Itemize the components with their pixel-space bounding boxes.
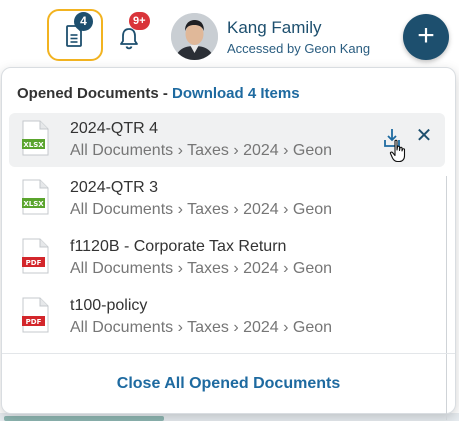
pdf-file-icon: PDF [22, 297, 49, 333]
download-all-link[interactable]: Download 4 Items [172, 85, 300, 102]
document-row[interactable]: XLSX 2024-QTR 4 All Documents › Taxes › … [9, 113, 445, 167]
document-name[interactable]: t100-policy [70, 297, 147, 315]
xlsx-file-icon: XLSX [22, 179, 49, 215]
download-icon[interactable] [382, 127, 402, 149]
file-type-label: PDF [26, 259, 42, 267]
document-row[interactable]: XLSX 2024-QTR 3 All Documents › Taxes › … [9, 172, 445, 226]
document-list: XLSX 2024-QTR 4 All Documents › Taxes › … [9, 113, 445, 349]
document-path: All Documents › Taxes › 2024 › Geon [70, 142, 333, 159]
close-all-documents-button[interactable]: Close All Opened Documents [2, 375, 455, 393]
user-photo [171, 13, 218, 60]
notifications-count-badge: 9+ [129, 12, 150, 30]
file-type-label: XLSX [23, 200, 44, 208]
account-name[interactable]: Kang Family [227, 18, 321, 38]
documents-count-badge: 4 [74, 12, 93, 31]
document-path: All Documents › Taxes › 2024 › Geon [70, 201, 333, 218]
add-button[interactable]: + [403, 14, 449, 60]
document-name[interactable]: 2024-QTR 4 [70, 120, 158, 138]
file-type-label: XLSX [23, 141, 44, 149]
document-row[interactable]: PDF f1120B - Corporate Tax Return All Do… [9, 231, 445, 285]
panel-title: Opened Documents - [17, 85, 173, 102]
document-name[interactable]: 2024-QTR 3 [70, 179, 158, 197]
document-path: All Documents › Taxes › 2024 › Geon [70, 319, 333, 336]
document-row[interactable]: PDF t100-policy All Documents › Taxes › … [9, 290, 445, 344]
divider [2, 353, 455, 354]
opened-documents-panel: Opened Documents - Download 4 Items XLSX… [1, 67, 456, 420]
xlsx-file-icon: XLSX [22, 120, 49, 156]
background-bar [4, 416, 164, 421]
document-name[interactable]: f1120B - Corporate Tax Return [70, 238, 286, 256]
top-bar: 4 9+ Kang Family Accessed by Geon Kang + [0, 0, 459, 70]
accessed-by-label: Accessed by Geon Kang [227, 41, 371, 56]
document-path: All Documents › Taxes › 2024 › Geon [70, 260, 333, 277]
background-content [0, 413, 459, 421]
file-type-label: PDF [26, 318, 42, 326]
close-document-button[interactable]: ✕ [415, 125, 433, 147]
avatar[interactable] [171, 13, 218, 60]
panel-header: Opened Documents - Download 4 Items [17, 85, 300, 102]
pdf-file-icon: PDF [22, 238, 49, 274]
